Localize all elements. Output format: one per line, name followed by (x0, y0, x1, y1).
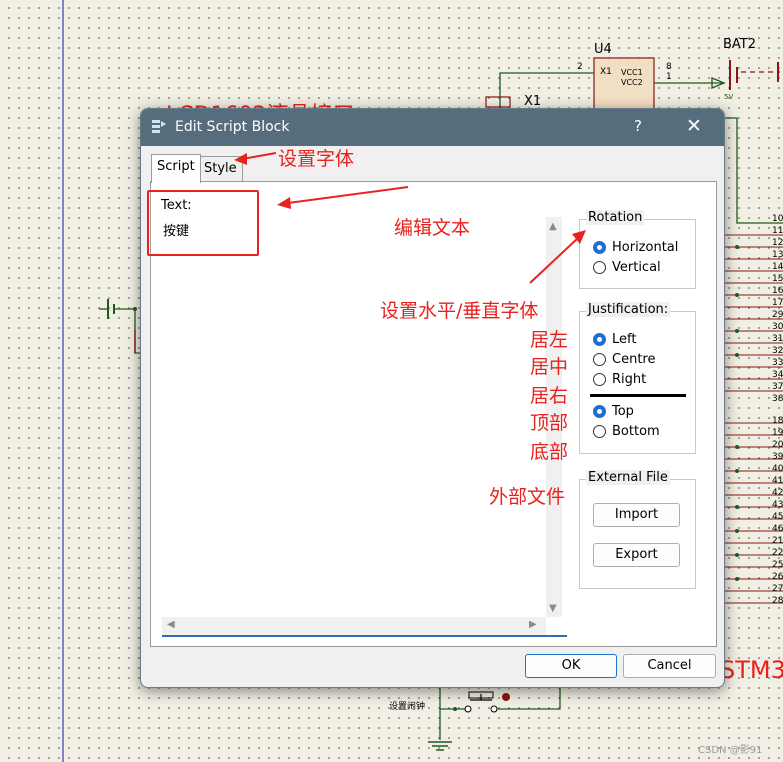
pin-number: 40 (772, 464, 783, 474)
justify-bottom-radio[interactable] (593, 425, 606, 438)
pin-number: 15 (772, 274, 783, 284)
pin-number: 17 (772, 298, 783, 308)
justify-right-radio[interactable] (593, 373, 606, 386)
pin-number: 43 (772, 500, 783, 510)
pin-number: 37 (772, 382, 783, 392)
script-text-area[interactable]: 按键 (162, 217, 546, 637)
justify-top-label[interactable]: Top (612, 404, 634, 419)
scroll-right-icon[interactable]: ▶ (529, 619, 537, 630)
rotation-horizontal-radio[interactable] (593, 241, 606, 254)
rotation-label: Rotation (586, 210, 645, 225)
pin-number: 31 (772, 334, 783, 344)
rotation-horizontal-label[interactable]: Horizontal (612, 240, 678, 255)
pin-number: 26 (772, 572, 783, 582)
text-area-focus-line (162, 635, 567, 637)
pin-number: 45 (772, 512, 783, 522)
u4-label: U4 (594, 42, 612, 57)
rotation-vertical-radio[interactable] (593, 261, 606, 274)
import-button[interactable]: Import (593, 503, 680, 527)
watermark: CSDN @影91 (698, 745, 763, 756)
pin-number: 18 (772, 416, 783, 426)
justify-top-radio[interactable] (593, 405, 606, 418)
external-file-label: External File (586, 470, 670, 485)
pin-number: 42 (772, 488, 783, 498)
justification-label: Justification: (586, 302, 671, 317)
horizontal-scrollbar[interactable]: ◀ ▶ (162, 617, 546, 635)
pin-number: 22 (772, 548, 783, 558)
annotation-external-file: 外部文件 (489, 486, 566, 508)
u4-pin-num-8: 8 (666, 62, 672, 72)
pin-number: 10 (772, 214, 783, 224)
script-block-icon (152, 120, 166, 133)
pin-number: 34 (772, 370, 783, 380)
justification-divider (590, 394, 686, 397)
help-button[interactable]: ? (628, 117, 648, 135)
u4-pin-num-1: 1 (666, 72, 672, 82)
pin-number: 27 (772, 584, 783, 594)
justify-centre-label[interactable]: Centre (612, 352, 655, 367)
highlight-box (147, 190, 259, 256)
pin-number: 11 (772, 226, 783, 236)
cancel-button[interactable]: Cancel (623, 654, 716, 678)
pin-number: 32 (772, 346, 783, 356)
rotation-vertical-label[interactable]: Vertical (612, 260, 661, 275)
scroll-up-icon[interactable]: ▲ (549, 221, 557, 232)
pin-number: 41 (772, 476, 783, 486)
pin-number: 21 (772, 536, 783, 546)
annotation-right: 居右 (530, 385, 569, 407)
pin-number: 33 (772, 358, 783, 368)
x1-label: X1 (524, 94, 542, 109)
bat2-voltage: 5V (724, 93, 734, 101)
justify-left-label[interactable]: Left (612, 332, 636, 347)
justify-right-label[interactable]: Right (612, 372, 646, 387)
u4-pin-vcc1: VCC1 (621, 68, 643, 77)
annotation-left: 居左 (530, 329, 569, 351)
pin-number: 13 (772, 250, 783, 260)
pin-number: 12 (772, 238, 783, 248)
tab-style[interactable]: Style (198, 156, 243, 182)
tab-script[interactable]: Script (151, 154, 201, 183)
pin-number: 29 (772, 310, 783, 320)
pin-number: 20 (772, 440, 783, 450)
pin-number: 25 (772, 560, 783, 570)
bat2-label: BAT2 (723, 37, 757, 52)
annotation-top: 顶部 (530, 412, 569, 434)
close-button[interactable]: ✕ (682, 115, 706, 137)
external-file-group (579, 479, 696, 589)
switch-label: 设置闹钟 (389, 702, 426, 712)
u4-pin-x1: X1 (600, 67, 612, 77)
scroll-left-icon[interactable]: ◀ (167, 619, 175, 630)
u4-pin-num-2: 2 (577, 62, 583, 72)
justify-left-radio[interactable] (593, 333, 606, 346)
annotation-set-font: 设置字体 (278, 148, 355, 170)
pin-number: 14 (772, 262, 783, 272)
annotation-center: 居中 (530, 356, 569, 378)
scroll-down-icon[interactable]: ▼ (549, 603, 557, 614)
pin-number: 16 (772, 286, 783, 296)
pin-number: 30 (772, 322, 783, 332)
ok-button[interactable]: OK (525, 654, 617, 678)
annotation-edit-text: 编辑文本 (394, 217, 471, 239)
stm-label-partial: STM3 (720, 656, 783, 684)
export-button[interactable]: Export (593, 543, 680, 567)
pin-number: 19 (772, 428, 783, 438)
dialog-titlebar[interactable]: Edit Script Block ? ✕ (141, 109, 724, 146)
dialog-title: Edit Script Block (175, 119, 290, 135)
pin-number: 39 (772, 452, 783, 462)
annotation-set-orientation: 设置水平/垂直字体 (380, 300, 539, 322)
justify-centre-radio[interactable] (593, 353, 606, 366)
pin-number: 38 (772, 394, 783, 404)
pin-number: 28 (772, 596, 783, 606)
justify-bottom-label[interactable]: Bottom (612, 424, 660, 439)
annotation-bottom: 底部 (530, 441, 569, 463)
pin-number: 46 (772, 524, 783, 534)
u4-pin-vcc2: VCC2 (621, 78, 643, 87)
